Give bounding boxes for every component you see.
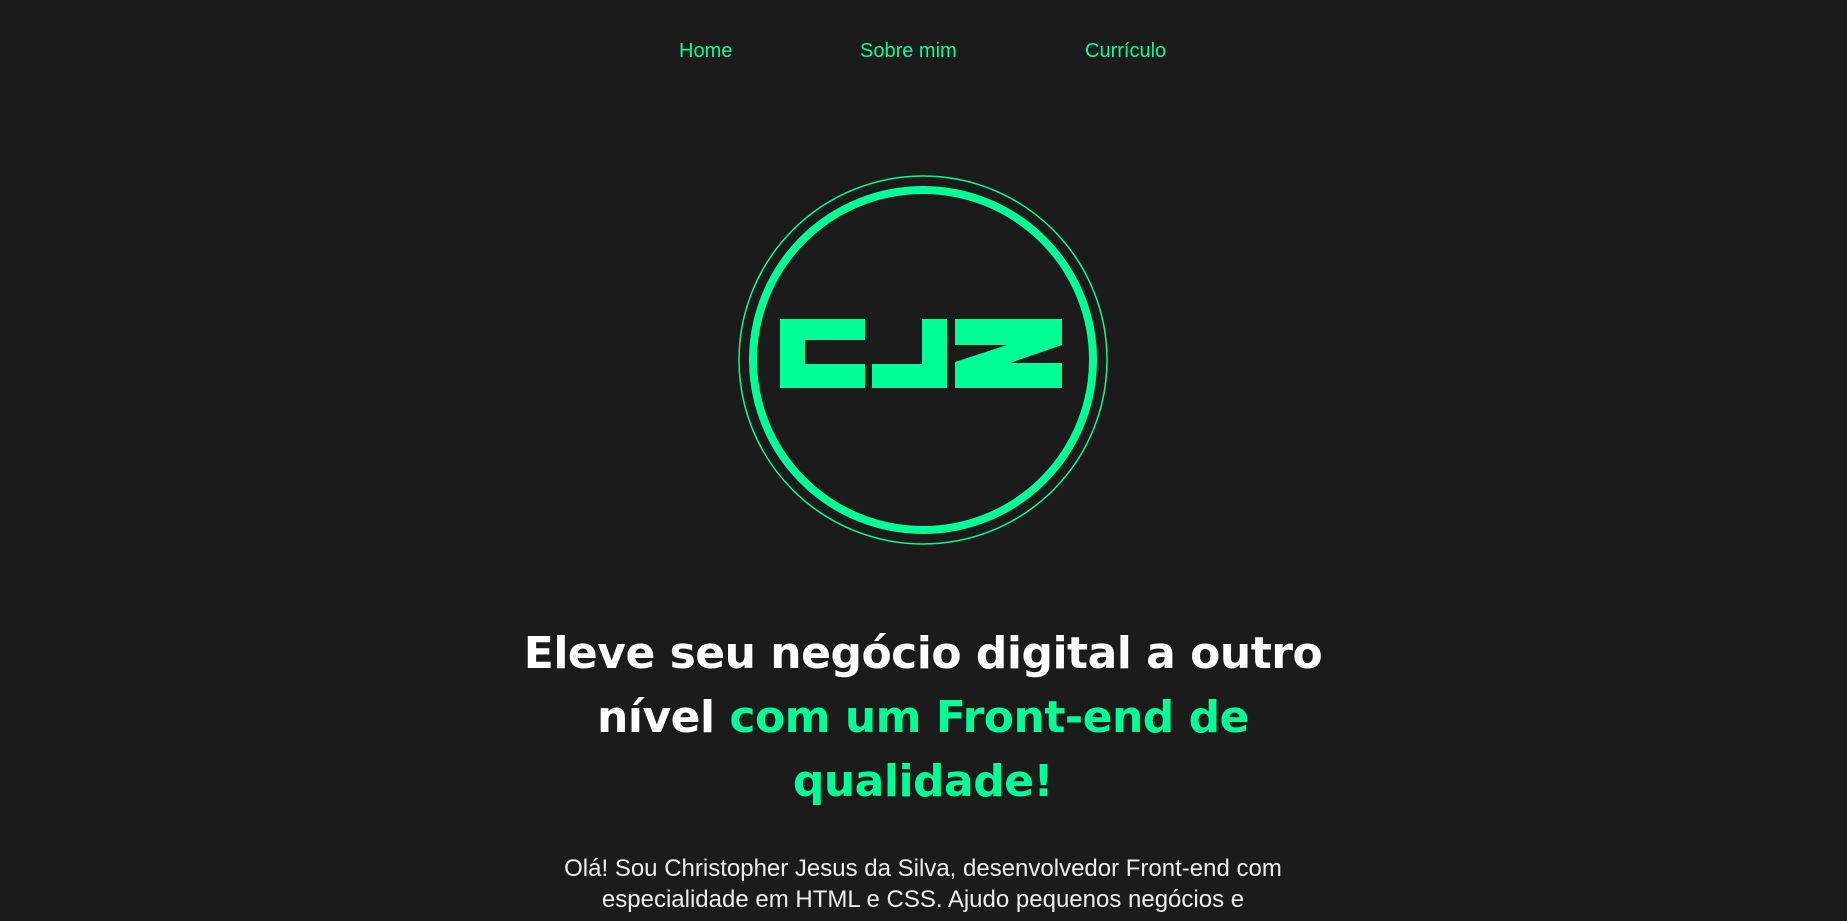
nav-link-sobre-mim[interactable]: Sobre mim — [860, 40, 957, 63]
hero-intro-text: Olá! Sou Christopher Jesus da Silva, des… — [564, 855, 1282, 913]
top-navigation: Home Sobre mim Currículo — [0, 36, 1847, 66]
cjs-logo — [738, 175, 1108, 545]
page: Home Sobre mim Currículo Eleve seu negóc… — [0, 0, 1847, 921]
hero-headline: Eleve seu negócio digital a outro nível … — [523, 622, 1323, 814]
headline-accent: com um Front-end de qualidade! — [729, 692, 1249, 807]
nav-link-home[interactable]: Home — [679, 40, 732, 63]
nav-link-curriculo[interactable]: Currículo — [1085, 40, 1166, 63]
logo-monogram — [780, 319, 1062, 388]
